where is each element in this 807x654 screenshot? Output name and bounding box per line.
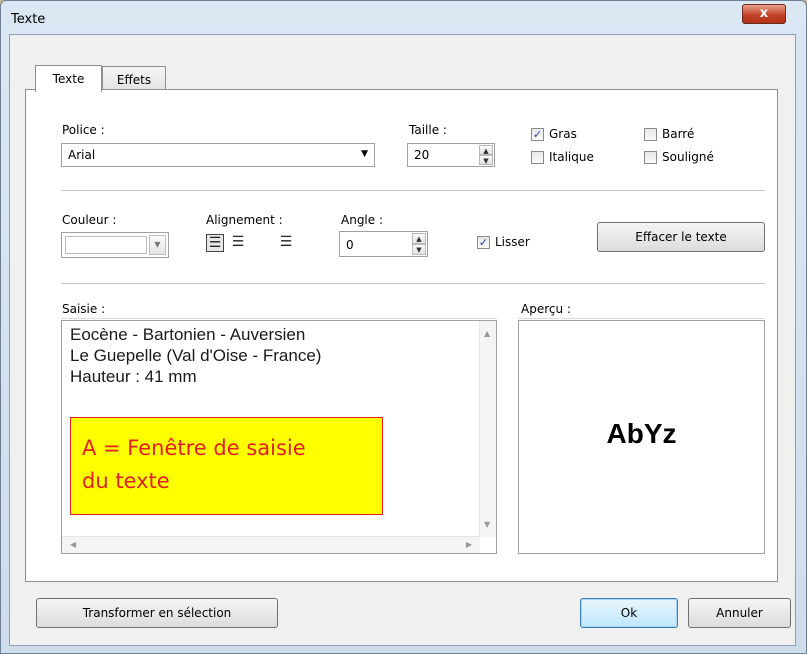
preview-text: AbYz — [606, 418, 677, 449]
alignment-label: Alignement : — [206, 213, 283, 227]
color-swatch — [65, 236, 147, 254]
size-value: 20 — [414, 148, 430, 162]
angle-value: 0 — [346, 238, 354, 252]
chevron-down-icon: ▼ — [149, 235, 166, 255]
arrow-up-icon: ▲ — [483, 147, 489, 155]
input-line: Hauteur : 41 mm — [70, 367, 197, 386]
bold-label: Gras — [549, 127, 577, 141]
ok-button[interactable]: Ok — [580, 598, 678, 628]
close-button[interactable]: x — [742, 4, 786, 24]
vertical-scrollbar[interactable]: ▲ ▼ — [479, 321, 496, 537]
chevron-down-icon: ▼ — [361, 149, 368, 159]
annotation-line: A = Fenêtre de saisie — [82, 436, 306, 460]
size-label: Taille : — [409, 123, 447, 137]
underline-label: Souligné — [662, 150, 714, 164]
angle-down-button[interactable]: ▼ — [412, 244, 426, 255]
italic-label: Italique — [549, 150, 594, 164]
check-icon: ✓ — [532, 128, 543, 141]
input-line: Eocène - Bartonien - Auversien — [70, 325, 306, 344]
align-center-icon: ☰ — [231, 234, 245, 250]
separator — [61, 318, 497, 319]
smooth-checkbox[interactable]: ✓ — [477, 236, 490, 249]
scroll-down-icon[interactable]: ▼ — [484, 520, 490, 529]
horizontal-scrollbar[interactable]: ◀ ▶ — [62, 536, 480, 553]
align-right-icon: ☰ — [279, 234, 293, 250]
clear-text-button[interactable]: Effacer le texte — [597, 222, 765, 252]
preview-label: Aperçu : — [521, 302, 571, 316]
scroll-right-icon[interactable]: ▶ — [466, 540, 472, 549]
angle-label: Angle : — [341, 213, 384, 227]
cancel-button[interactable]: Annuler — [688, 598, 791, 628]
color-picker[interactable]: ▼ — [61, 232, 169, 258]
bold-checkbox[interactable]: ✓ — [531, 128, 544, 141]
align-left-icon: ☰ — [208, 235, 222, 251]
input-label: Saisie : — [62, 302, 106, 316]
size-up-button[interactable]: ▲ — [479, 145, 493, 155]
input-line: Le Guepelle (Val d'Oise - France) — [70, 346, 322, 365]
tab-texte[interactable]: Texte — [35, 65, 102, 92]
underline-checkbox[interactable] — [644, 151, 657, 164]
font-label: Police : — [62, 123, 105, 137]
arrow-down-icon: ▼ — [416, 246, 422, 254]
color-label: Couleur : — [62, 213, 117, 227]
preview-pane: AbYz — [518, 320, 765, 554]
align-center-button[interactable]: ☰ — [229, 234, 247, 252]
scroll-left-icon[interactable]: ◀ — [70, 540, 76, 549]
separator — [518, 318, 765, 319]
italic-checkbox[interactable] — [531, 151, 544, 164]
tab-effets[interactable]: Effets — [102, 66, 166, 90]
align-left-button[interactable]: ☰ — [206, 234, 224, 252]
annotation-callout: A = Fenêtre de saisie du texte — [70, 417, 383, 515]
separator — [61, 190, 765, 191]
transform-selection-button[interactable]: Transformer en sélection — [36, 598, 278, 628]
smooth-label: Lisser — [495, 235, 530, 249]
annotation-line: du texte — [82, 469, 170, 493]
font-select-value: Arial — [68, 148, 96, 162]
size-down-button[interactable]: ▼ — [479, 155, 493, 165]
close-icon: x — [759, 6, 769, 21]
size-stepper[interactable]: 20 ▲ ▼ — [407, 143, 495, 167]
font-select[interactable]: Arial ▼ — [61, 143, 375, 167]
arrow-up-icon: ▲ — [416, 235, 422, 243]
title-bar[interactable]: Texte x — [1, 1, 806, 35]
angle-stepper[interactable]: 0 ▲ ▼ — [339, 231, 428, 257]
align-right-button[interactable]: ☰ — [277, 234, 295, 252]
angle-up-button[interactable]: ▲ — [412, 233, 426, 244]
scroll-up-icon[interactable]: ▲ — [484, 329, 490, 338]
strike-label: Barré — [662, 127, 695, 141]
separator — [61, 283, 765, 284]
window-title: Texte — [11, 12, 46, 27]
check-icon: ✓ — [478, 236, 489, 249]
strike-checkbox[interactable] — [644, 128, 657, 141]
arrow-down-icon: ▼ — [483, 157, 489, 165]
